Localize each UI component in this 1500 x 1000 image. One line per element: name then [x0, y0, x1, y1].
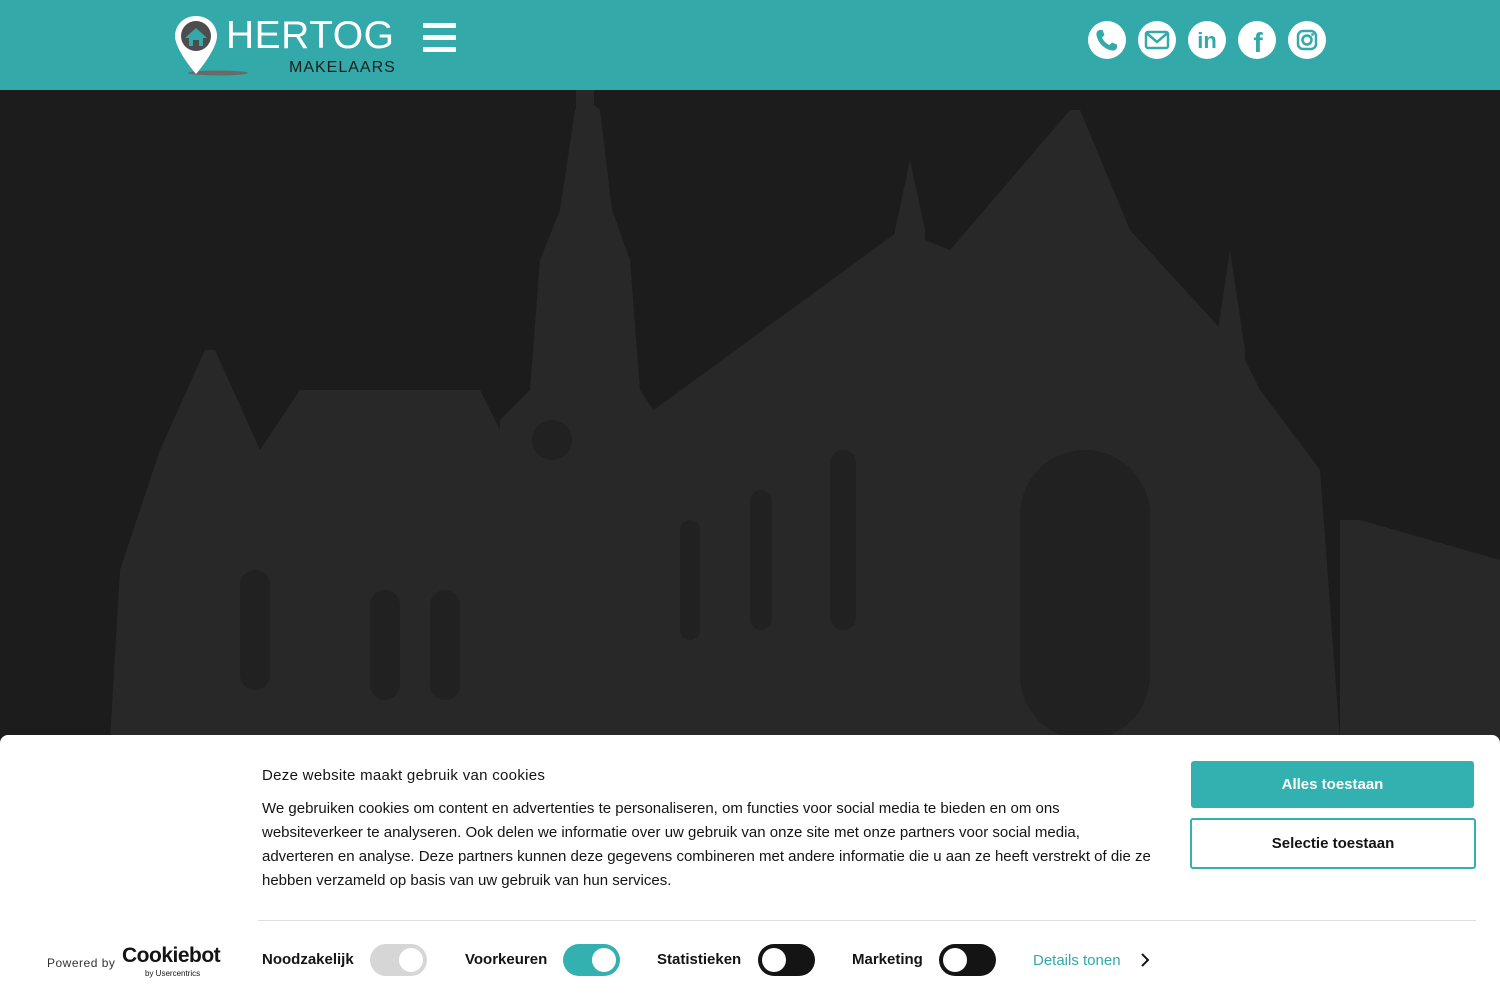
toggle-label-preferences: Voorkeuren [465, 951, 548, 968]
brand-name: HERTOG [226, 14, 395, 57]
toggle-label-statistics: Statistieken [657, 951, 742, 968]
svg-text:in: in [1197, 28, 1217, 53]
toggle-necessary [370, 944, 427, 976]
cookie-banner-description: We gebruiken cookies om content en adver… [262, 800, 1151, 889]
brand-subtitle: MAKELAARS [289, 59, 396, 76]
facebook-icon[interactable]: f [1238, 21, 1276, 59]
hamburger-menu-icon[interactable] [423, 22, 457, 54]
chevron-right-icon[interactable] [1139, 950, 1151, 970]
allow-all-button[interactable]: Alles toestaan [1191, 761, 1474, 808]
toggle-marketing[interactable] [939, 944, 996, 976]
allow-selection-button[interactable]: Selectie toestaan [1190, 818, 1476, 869]
top-navigation-bar: HERTOG MAKELAARS in f [0, 0, 1500, 90]
cookie-banner-divider [258, 920, 1476, 921]
cookie-consent-banner: Deze website maakt gebruik van cookies W… [0, 735, 1500, 1000]
cookiebot-logo-subtitle: by Usercentrics [145, 969, 201, 978]
instagram-icon[interactable] [1288, 21, 1326, 59]
church-silhouette-image [0, 90, 1500, 740]
linkedin-icon[interactable]: in [1188, 21, 1226, 59]
brand-logo[interactable]: HERTOG MAKELAARS [172, 14, 402, 78]
mail-icon[interactable] [1138, 21, 1176, 59]
svg-text:f: f [1253, 27, 1263, 58]
toggle-label-necessary: Noodzakelijk [262, 951, 354, 968]
hero-background-image [0, 90, 1500, 740]
powered-by-label: Powered by [47, 956, 116, 970]
cookie-banner-title: Deze website maakt gebruik van cookies [262, 767, 546, 784]
toggle-statistics[interactable] [758, 944, 815, 976]
phone-icon[interactable] [1088, 21, 1126, 59]
toggle-preferences[interactable] [563, 944, 620, 976]
toggle-label-marketing: Marketing [852, 951, 923, 968]
cookiebot-logo: Cookiebot [122, 944, 221, 967]
cookiebot-powered-by[interactable]: Powered by Cookiebot by Usercentrics [47, 944, 221, 980]
show-details-link[interactable]: Details tonen [1033, 952, 1121, 969]
